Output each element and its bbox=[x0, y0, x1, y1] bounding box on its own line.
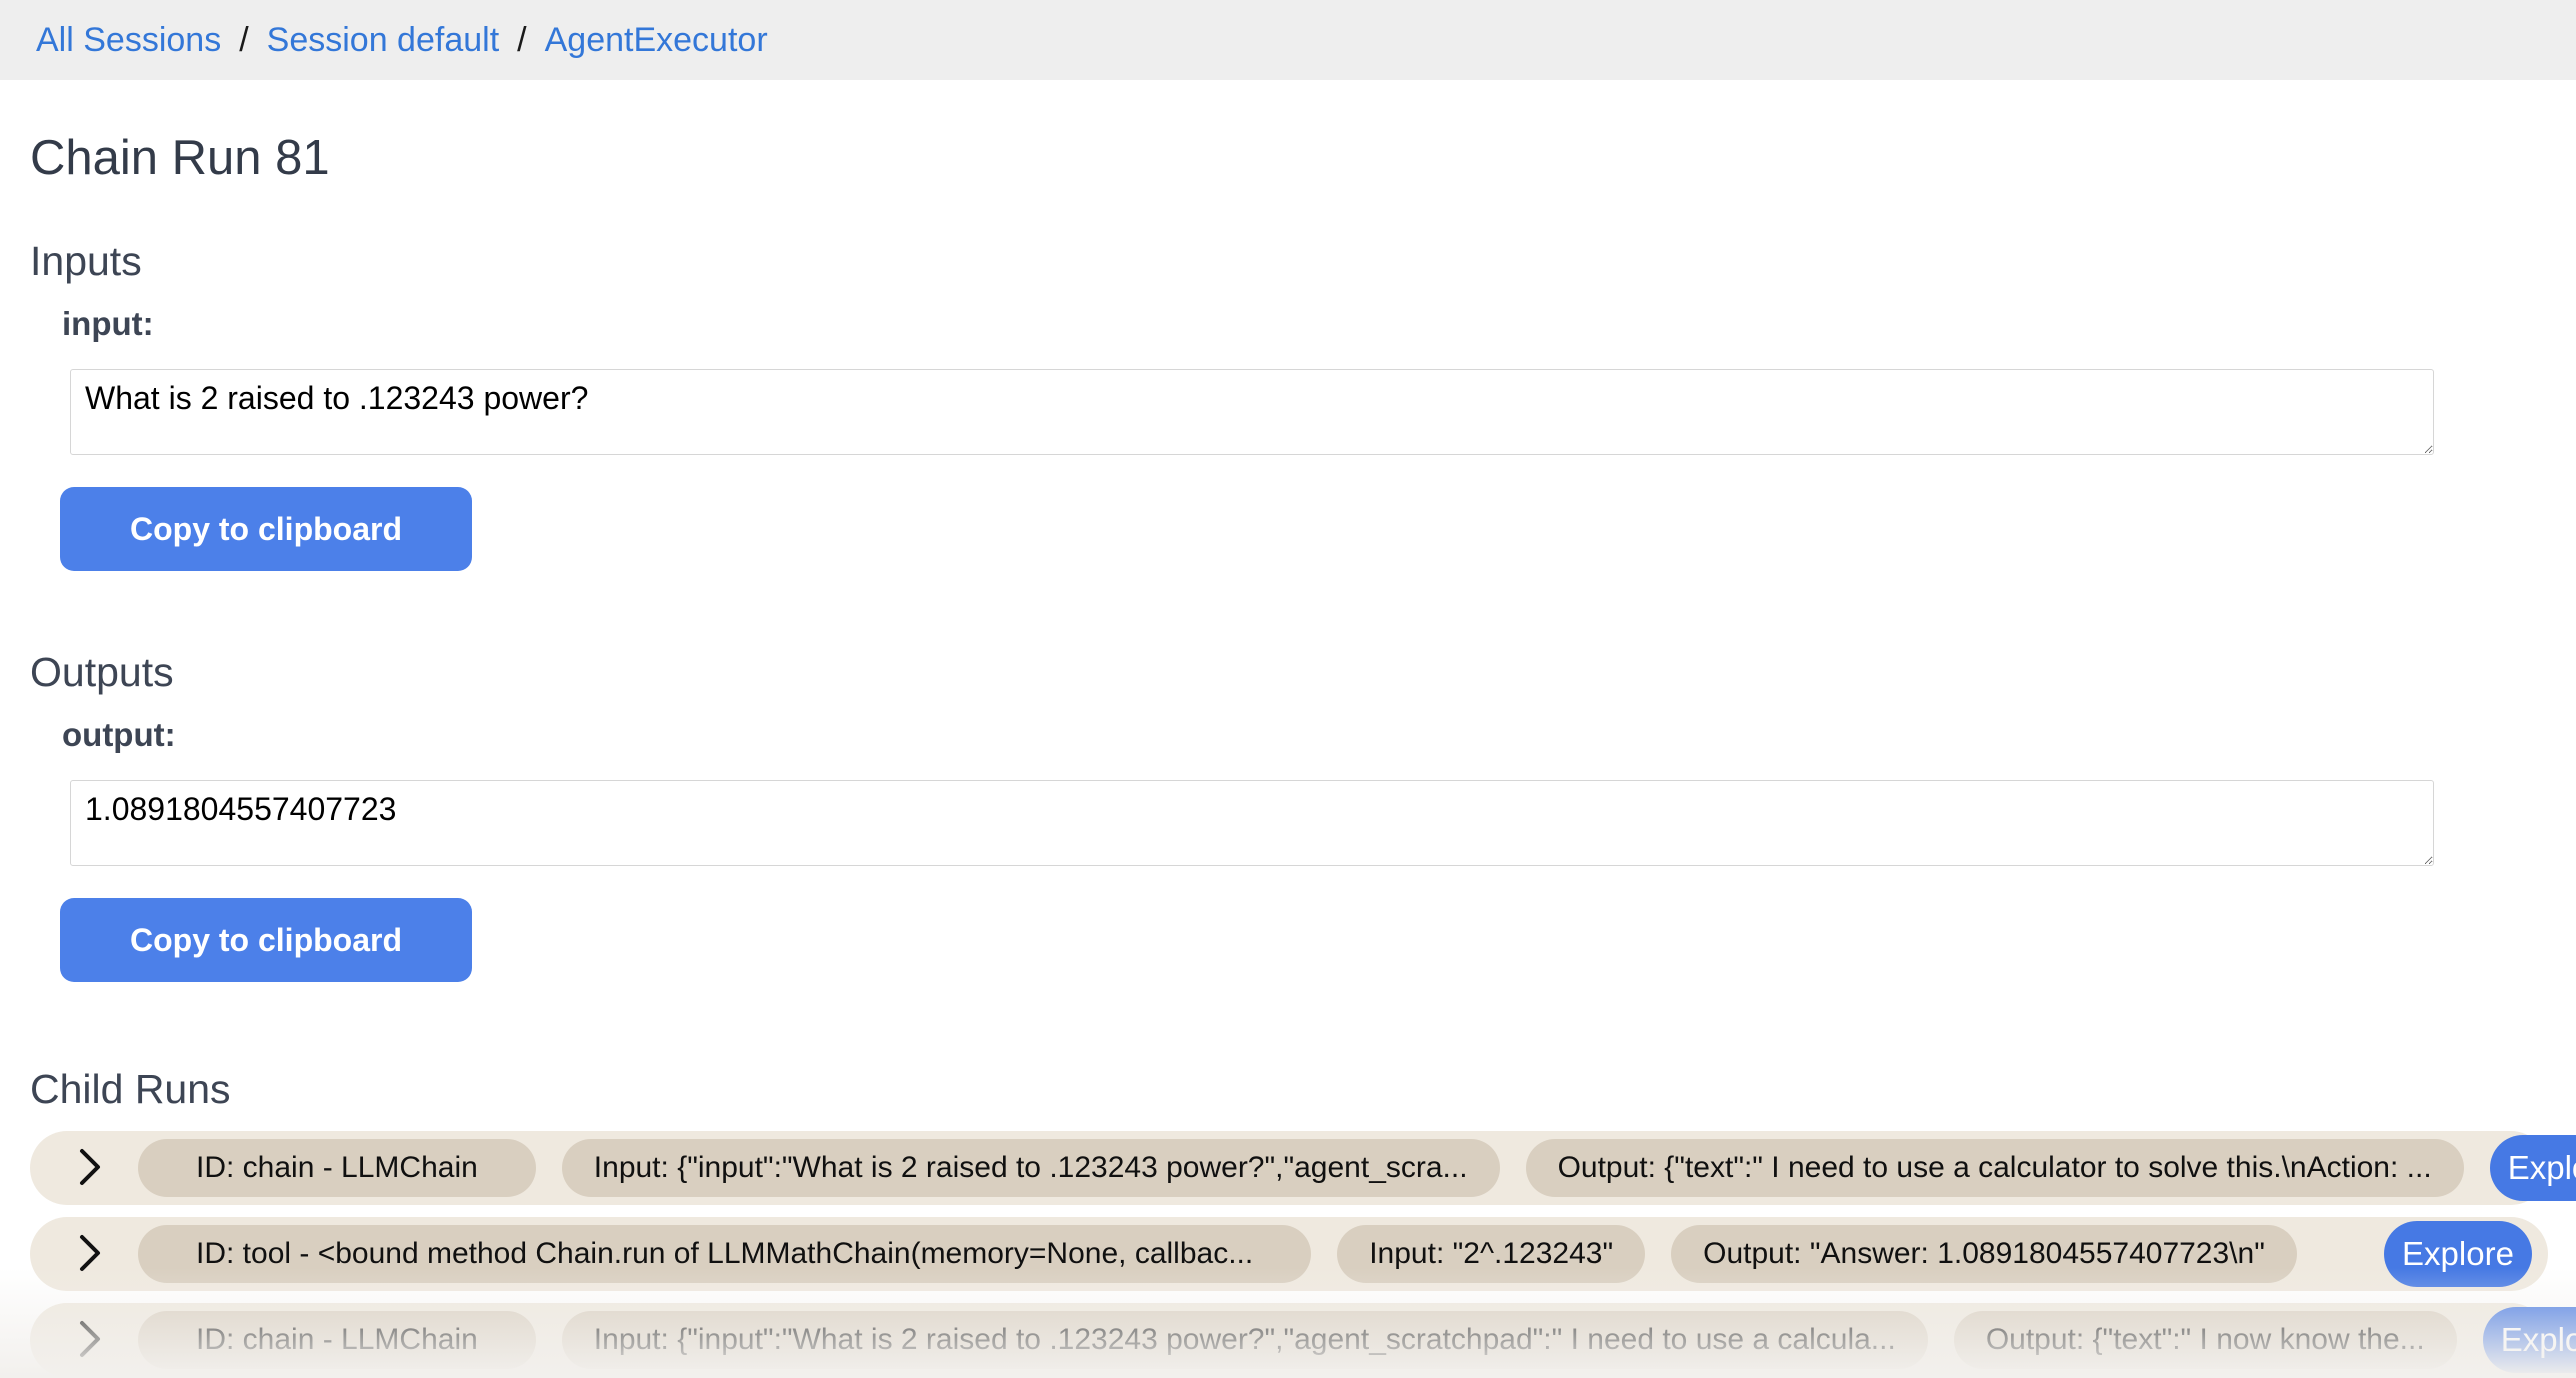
copy-output-button[interactable]: Copy to clipboard bbox=[60, 898, 472, 982]
input-value-textarea[interactable]: What is 2 raised to .123243 power? bbox=[70, 369, 2434, 455]
explore-run-button[interactable]: Explore bbox=[2384, 1221, 2532, 1287]
breadcrumb-separator: / bbox=[239, 21, 248, 60]
inputs-section: Inputs input: What is 2 raised to .12324… bbox=[30, 238, 2546, 571]
run-id-badge: ID: chain - LLMChain bbox=[138, 1139, 536, 1197]
run-output-badge: Output: "Answer: 1.0891804557407723\n" bbox=[1671, 1225, 2297, 1283]
outputs-heading: Outputs bbox=[30, 649, 2546, 696]
chevron-right-icon bbox=[76, 1147, 104, 1190]
expand-run-button[interactable] bbox=[68, 1146, 112, 1190]
run-input-badge: Input: "2^.123243" bbox=[1337, 1225, 1645, 1283]
copy-input-button[interactable]: Copy to clipboard bbox=[60, 487, 472, 571]
explore-run-button[interactable]: Explore bbox=[2490, 1135, 2576, 1201]
chain-run-detail: Chain Run 81 Inputs input: What is 2 rai… bbox=[0, 130, 2576, 1377]
page-title: Chain Run 81 bbox=[30, 130, 2546, 186]
input-field-label: input: bbox=[62, 305, 2546, 343]
run-id-badge: ID: chain - LLMChain bbox=[138, 1311, 536, 1369]
breadcrumb-link-all-sessions[interactable]: All Sessions bbox=[36, 21, 221, 60]
output-value-textarea[interactable]: 1.0891804557407723 bbox=[70, 780, 2434, 866]
chevron-right-icon bbox=[76, 1319, 104, 1362]
run-input-badge: Input: {"input":"What is 2 raised to .12… bbox=[562, 1311, 1928, 1369]
run-output-badge: Output: {"text":" I now know the... bbox=[1954, 1311, 2457, 1369]
child-runs-heading: Child Runs bbox=[30, 1066, 2546, 1113]
breadcrumb-link-agent-executor[interactable]: AgentExecutor bbox=[545, 21, 768, 60]
inputs-heading: Inputs bbox=[30, 238, 2546, 285]
expand-run-button[interactable] bbox=[68, 1318, 112, 1362]
child-run-row: ID: tool - <bound method Chain.run of LL… bbox=[30, 1217, 2548, 1291]
run-output-badge: Output: {"text":" I need to use a calcul… bbox=[1526, 1139, 2464, 1197]
child-run-row: ID: chain - LLMChain Input: {"input":"Wh… bbox=[30, 1131, 2548, 1205]
breadcrumb-link-session-default[interactable]: Session default bbox=[267, 21, 500, 60]
explore-run-button[interactable]: Explore bbox=[2483, 1307, 2576, 1373]
expand-run-button[interactable] bbox=[68, 1232, 112, 1276]
run-input-badge: Input: {"input":"What is 2 raised to .12… bbox=[562, 1139, 1500, 1197]
breadcrumb-separator: / bbox=[517, 21, 526, 60]
breadcrumb: All Sessions / Session default / AgentEx… bbox=[0, 0, 2576, 80]
run-id-badge: ID: tool - <bound method Chain.run of LL… bbox=[138, 1225, 1311, 1283]
output-field-label: output: bbox=[62, 716, 2546, 754]
child-runs-section: Child Runs ID: chain - LLMChain Input: {… bbox=[30, 1066, 2546, 1377]
chevron-right-icon bbox=[76, 1233, 104, 1276]
outputs-section: Outputs output: 1.0891804557407723 Copy … bbox=[30, 649, 2546, 982]
child-run-row: ID: chain - LLMChain Input: {"input":"Wh… bbox=[30, 1303, 2548, 1377]
